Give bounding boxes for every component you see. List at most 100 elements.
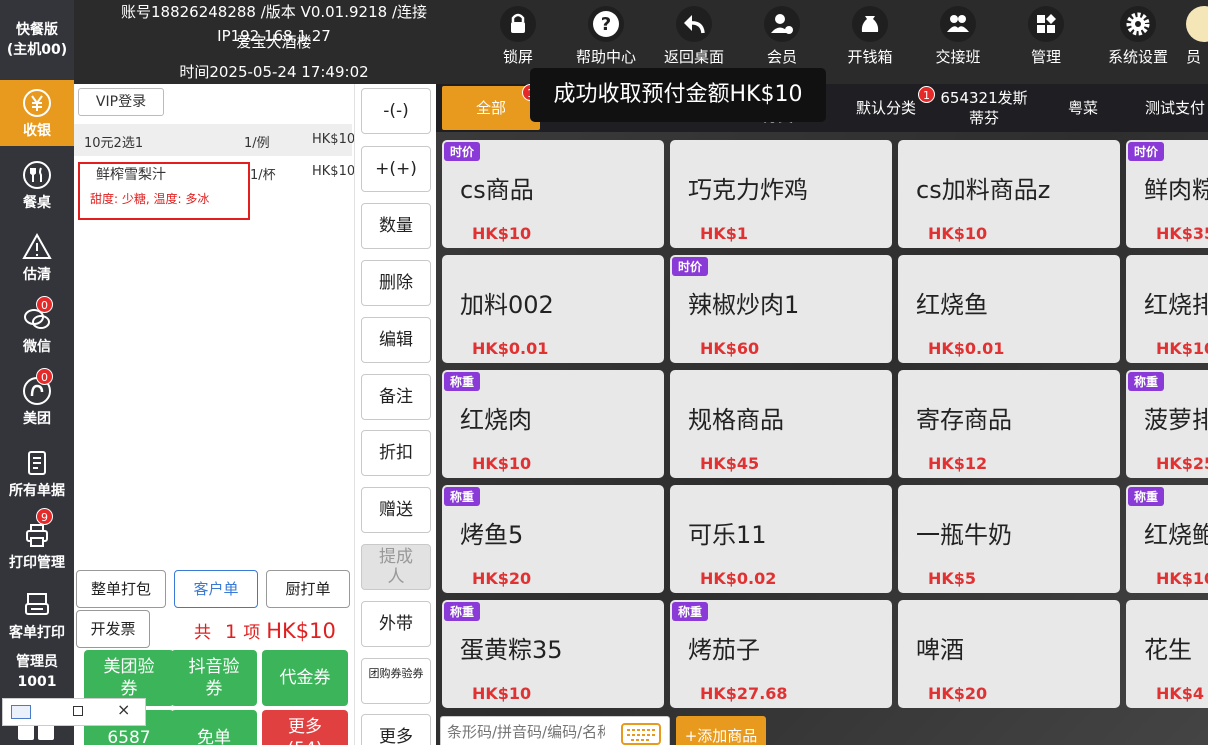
- admin-title: 管理员: [16, 654, 58, 670]
- lock-screen-button[interactable]: 锁屏: [476, 6, 560, 67]
- remark-button[interactable]: 备注: [361, 374, 431, 420]
- back-icon: [676, 6, 712, 42]
- product-tile[interactable]: 啤酒 HK$20: [898, 600, 1120, 708]
- product-tile[interactable]: 时价 辣椒炒肉1 HK$60: [670, 255, 892, 363]
- add-product-button[interactable]: +添加商品: [676, 716, 766, 745]
- help-icon: ?: [588, 6, 624, 42]
- shift-handover-button[interactable]: 交接班: [916, 6, 1000, 67]
- free-order-button[interactable]: 免单: [171, 710, 257, 745]
- sidebar-item-cashier[interactable]: 收银: [0, 80, 74, 146]
- help-center-button[interactable]: ? 帮助中心: [564, 6, 648, 67]
- btn-label: 免单: [197, 728, 231, 745]
- product-tile[interactable]: 一瓶牛奶 HK$5: [898, 485, 1120, 593]
- product-tile[interactable]: 称重 蛋黄粽35 HK$10: [442, 600, 664, 708]
- commission-button[interactable]: 提成人: [361, 544, 431, 590]
- gear-icon: [1120, 6, 1156, 42]
- quantity-button[interactable]: 数量: [361, 203, 431, 249]
- douyin-voucher-button[interactable]: 抖音验券: [171, 650, 257, 706]
- product-name: 菠萝排: [1144, 406, 1208, 434]
- product-tile[interactable]: cs加料商品z HK$10: [898, 140, 1120, 248]
- tool-label: 交接班: [935, 48, 981, 66]
- open-cashbox-button[interactable]: 开钱箱: [828, 6, 912, 67]
- coupon-button[interactable]: 代金券: [262, 650, 348, 706]
- utensils-icon: [23, 161, 51, 189]
- member-button[interactable]: 会员: [740, 6, 824, 67]
- btn-label: 更多(54): [288, 717, 323, 745]
- decrease-button[interactable]: -(-): [361, 88, 431, 134]
- grid-tile-icon: [18, 724, 34, 740]
- order-row-combo[interactable]: 10元2选1 1/例 HK$10: [74, 124, 355, 156]
- btn-label: 代金券: [279, 668, 331, 688]
- product-name: 鲜肉粽: [1144, 176, 1208, 204]
- grid-icon: [1028, 6, 1064, 42]
- search-input[interactable]: [441, 717, 611, 745]
- product-tile[interactable]: 时价 cs商品 HK$10: [442, 140, 664, 248]
- takeaway-button[interactable]: 外带: [361, 601, 431, 647]
- product-price: HK$45: [700, 454, 760, 473]
- category-tab-cantonese[interactable]: 粤菜: [1036, 84, 1130, 132]
- product-tile[interactable]: 可乐11 HK$0.02: [670, 485, 892, 593]
- product-price: HK$10: [472, 224, 532, 243]
- sidebar-item-print-manage[interactable]: 打印管理 9: [0, 508, 74, 578]
- restore-icon[interactable]: [11, 705, 31, 719]
- product-tile[interactable]: 时价鲜肉粽 HK$35: [1126, 140, 1208, 248]
- product-tile[interactable]: 加料002 HK$0.01: [442, 255, 664, 363]
- product-name: 烤茄子: [688, 636, 760, 664]
- product-price: HK$0.01: [472, 339, 549, 358]
- product-tile[interactable]: 巧克力炸鸡 HK$1: [670, 140, 892, 248]
- vip-login-button[interactable]: VIP登录: [78, 88, 164, 116]
- tool-label: 锁屏: [502, 48, 533, 66]
- sidebar-item-soldout[interactable]: 估清: [0, 224, 74, 290]
- product-tile[interactable]: 红烧排 HK$10: [1126, 255, 1208, 363]
- close-icon[interactable]: ×: [117, 700, 130, 719]
- system-settings-button[interactable]: 系统设置: [1096, 6, 1180, 67]
- tool-label: 帮助中心: [575, 48, 636, 66]
- product-price: HK$10: [472, 454, 532, 473]
- product-price: HK$25: [1156, 454, 1208, 473]
- pack-all-button[interactable]: 整单打包: [76, 570, 166, 608]
- product-tile[interactable]: 寄存商品 HK$12: [898, 370, 1120, 478]
- sidebar-item-tables[interactable]: 餐桌: [0, 152, 74, 218]
- product-tile[interactable]: 花生 HK$4: [1126, 600, 1208, 708]
- gift-button[interactable]: 赠送: [361, 487, 431, 533]
- more-function-button[interactable]: 更多: [361, 714, 431, 745]
- total-prefix: 共: [194, 623, 211, 643]
- delete-button[interactable]: 删除: [361, 260, 431, 306]
- minimize-icon[interactable]: [73, 706, 83, 716]
- discount-button[interactable]: 折扣: [361, 430, 431, 476]
- product-tile[interactable]: 称重 烤鱼5 HK$20: [442, 485, 664, 593]
- product-price: HK$27.68: [700, 684, 788, 703]
- warning-icon: [22, 232, 52, 259]
- product-tile[interactable]: 称重菠萝排 HK$25: [1126, 370, 1208, 478]
- back-desktop-button[interactable]: 返回桌面: [652, 6, 736, 67]
- product-name: 烤鱼5: [460, 521, 524, 549]
- category-badge: 1: [918, 86, 935, 103]
- product-tile[interactable]: 规格商品 HK$45: [670, 370, 892, 478]
- tool-label: 系统设置: [1107, 48, 1168, 66]
- more-pay-button[interactable]: 更多(54): [262, 710, 348, 745]
- manage-button[interactable]: 管理: [1004, 6, 1088, 67]
- product-tile[interactable]: 称重红烧鲍 HK$10: [1126, 485, 1208, 593]
- sidebar-item-meituan[interactable]: 美团 0: [0, 368, 74, 434]
- printer-icon: [26, 524, 48, 547]
- brand: 快餐版 (主机00): [0, 20, 74, 60]
- sidebar-item-all-orders[interactable]: 所有单据: [0, 440, 74, 506]
- group-voucher-button[interactable]: 团购券验券: [361, 658, 431, 704]
- product-tile[interactable]: 称重 烤茄子 HK$27.68: [670, 600, 892, 708]
- edit-button[interactable]: 编辑: [361, 317, 431, 363]
- staff-button[interactable]: 员: [1178, 6, 1208, 67]
- increase-button[interactable]: +(+): [361, 146, 431, 192]
- kitchen-print-button[interactable]: 厨打单: [266, 570, 350, 608]
- product-name: 规格商品: [688, 406, 784, 434]
- invoice-button[interactable]: 开发票: [76, 610, 150, 648]
- sidebar-item-label: 微信: [23, 339, 51, 355]
- sidebar-item-wechat[interactable]: 微信 0: [0, 296, 74, 362]
- product-tile[interactable]: 红烧鱼 HK$0.01: [898, 255, 1120, 363]
- product-tile[interactable]: 称重 红烧肉 HK$10: [442, 370, 664, 478]
- category-tab-654321[interactable]: 654321发斯蒂芬: [936, 84, 1032, 132]
- category-tab-test-pay[interactable]: 测试支付: [1132, 84, 1208, 132]
- customer-slip-button[interactable]: 客户单: [174, 570, 258, 608]
- product-tag: 称重: [444, 602, 481, 621]
- sidebar-item-receipt-print[interactable]: 客单打印: [0, 582, 74, 648]
- category-label: 654321发斯蒂芬: [940, 89, 1028, 127]
